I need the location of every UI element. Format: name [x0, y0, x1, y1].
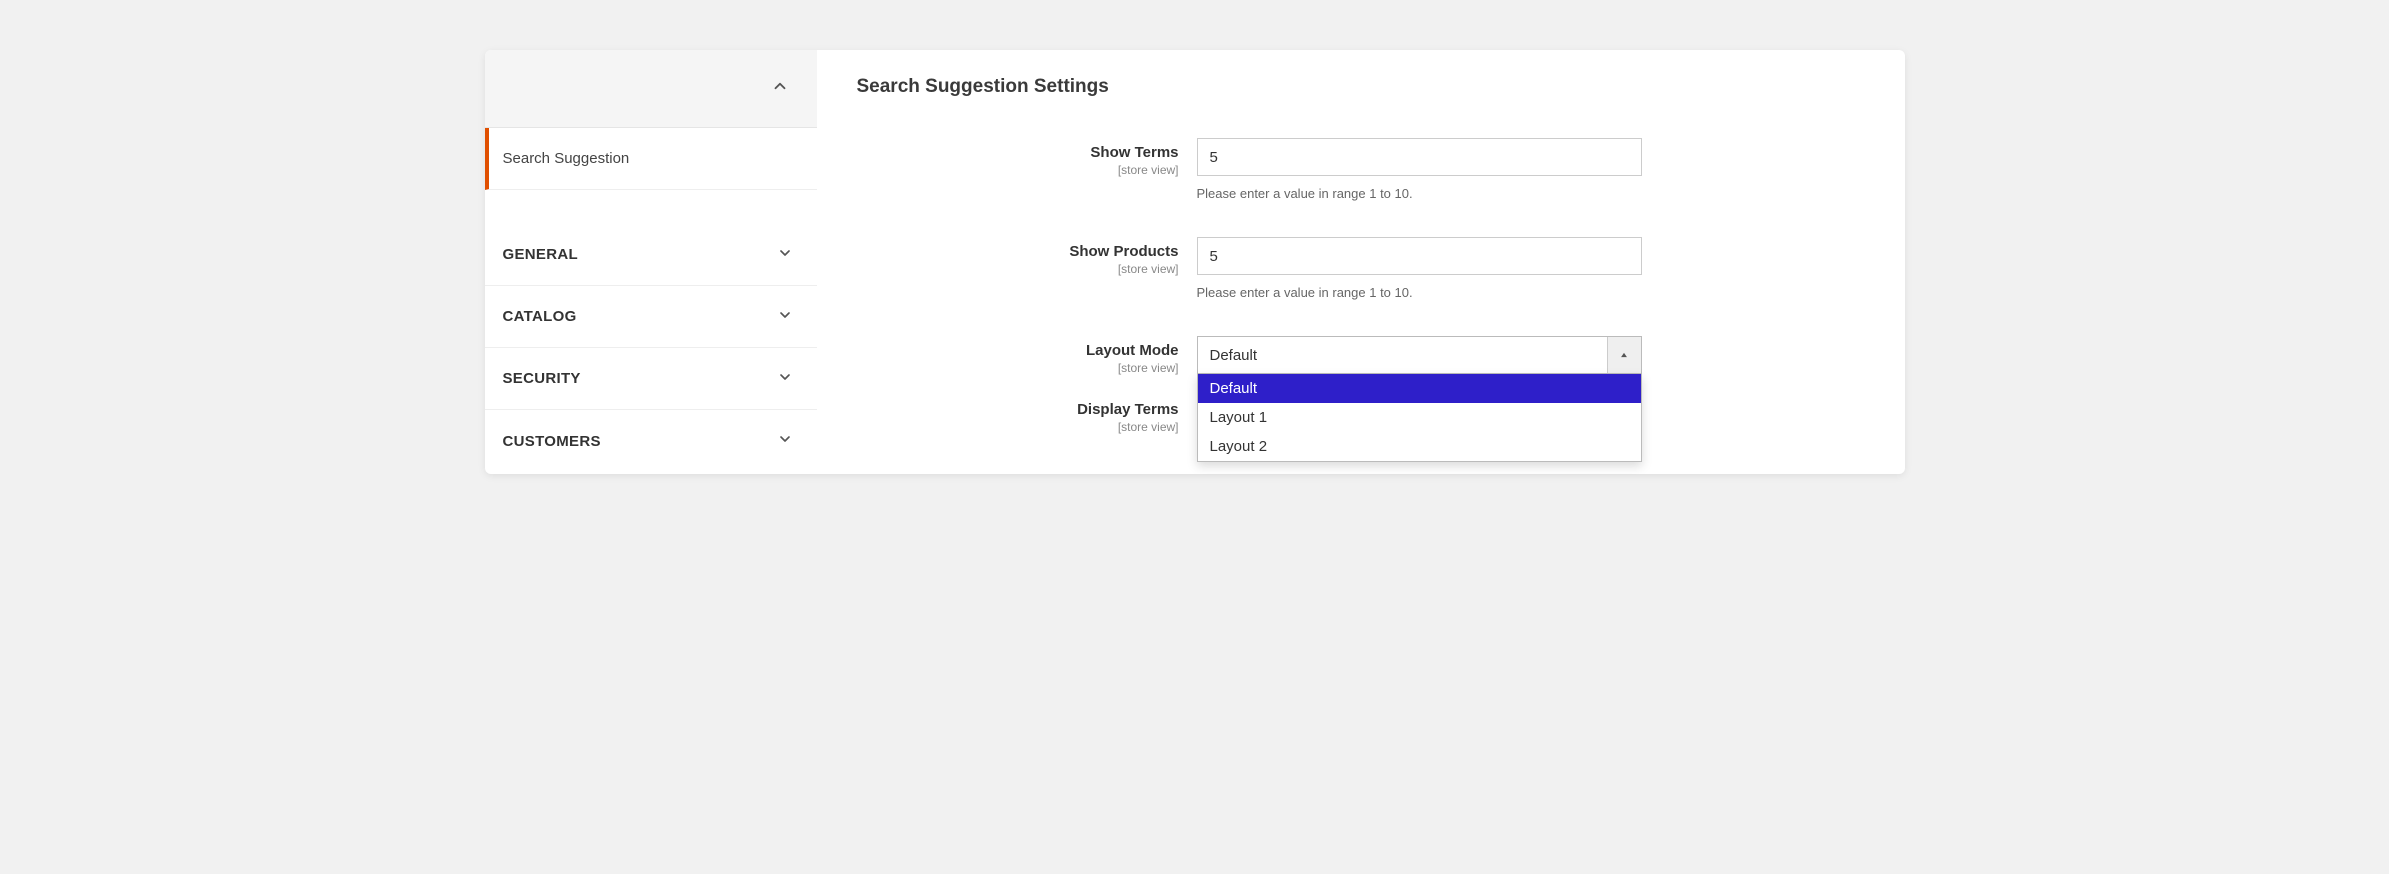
sidebar-section-customers[interactable]: CUSTOMERS — [485, 410, 817, 472]
show-terms-input[interactable] — [1197, 138, 1642, 176]
field-scope: [store view] — [857, 361, 1179, 375]
sidebar-section-general[interactable]: GENERAL — [485, 224, 817, 286]
chevron-down-icon — [777, 307, 793, 327]
field-label: Show Products — [857, 243, 1179, 260]
show-products-input[interactable] — [1197, 237, 1642, 275]
field-scope: [store view] — [857, 420, 1179, 434]
field-hint: Please enter a value in range 1 to 10. — [1197, 285, 1642, 300]
chevron-up-icon — [771, 77, 789, 100]
layout-mode-dropdown: Default Layout 1 Layout 2 — [1197, 374, 1642, 462]
field-label: Layout Mode — [857, 342, 1179, 359]
dropdown-option-layout2[interactable]: Layout 2 — [1198, 432, 1641, 461]
sidebar-item-search-suggestion[interactable]: Search Suggestion — [485, 128, 817, 190]
field-label: Display Terms — [857, 401, 1179, 418]
sidebar-collapse-button[interactable] — [485, 50, 817, 128]
sidebar-item-label: Search Suggestion — [503, 150, 630, 167]
sidebar-section-security[interactable]: SECURITY — [485, 348, 817, 410]
page-title: Search Suggestion Settings — [857, 76, 1865, 98]
field-layout-mode: Layout Mode [store view] Default Default… — [857, 336, 1865, 375]
sidebar-gap — [485, 190, 817, 224]
chevron-up-icon — [1607, 337, 1641, 373]
field-label: Show Terms — [857, 144, 1179, 161]
content-area: Search Suggestion Settings Show Terms [s… — [817, 50, 1905, 474]
chevron-down-icon — [777, 369, 793, 389]
field-show-terms: Show Terms [store view] Please enter a v… — [857, 138, 1865, 201]
select-value: Default — [1198, 337, 1607, 373]
dropdown-option-default[interactable]: Default — [1198, 374, 1641, 403]
sidebar-section-label: GENERAL — [503, 246, 578, 263]
field-scope: [store view] — [857, 262, 1179, 276]
field-hint: Please enter a value in range 1 to 10. — [1197, 186, 1642, 201]
layout-mode-select[interactable]: Default — [1197, 336, 1642, 374]
sidebar-section-label: CUSTOMERS — [503, 433, 601, 450]
field-scope: [store view] — [857, 163, 1179, 177]
dropdown-option-layout1[interactable]: Layout 1 — [1198, 403, 1641, 432]
chevron-down-icon — [777, 245, 793, 265]
sidebar: Search Suggestion GENERAL CATALOG SECURI… — [485, 50, 817, 474]
settings-panel: Search Suggestion GENERAL CATALOG SECURI… — [485, 50, 1905, 474]
chevron-down-icon — [777, 431, 793, 451]
sidebar-section-label: SECURITY — [503, 370, 581, 387]
field-show-products: Show Products [store view] Please enter … — [857, 237, 1865, 300]
sidebar-section-label: CATALOG — [503, 308, 577, 325]
sidebar-section-catalog[interactable]: CATALOG — [485, 286, 817, 348]
